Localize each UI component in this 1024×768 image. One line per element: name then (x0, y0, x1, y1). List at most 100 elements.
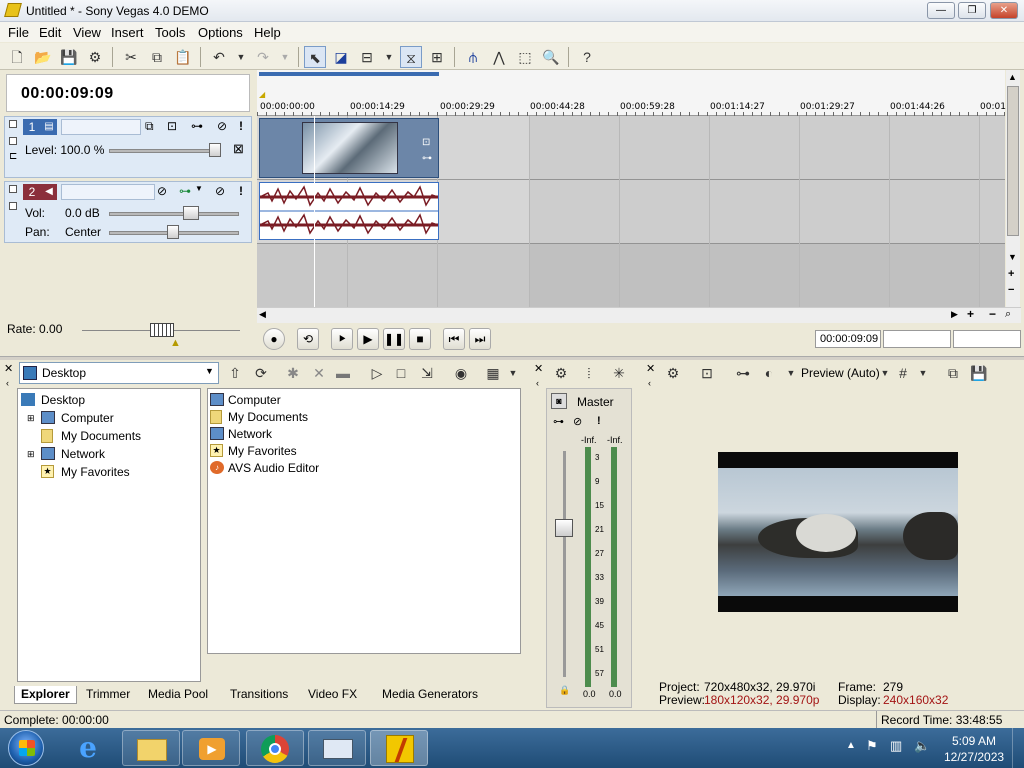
overlays-icon[interactable]: # (892, 362, 914, 384)
vegas-taskbar-button[interactable] (370, 730, 428, 766)
mute-icon[interactable]: ⊘ (217, 119, 227, 133)
keyboard-app-taskbar-button[interactable] (308, 730, 366, 766)
pan-slider-thumb[interactable] (167, 225, 179, 239)
record-button[interactable]: ● (263, 328, 285, 350)
minimize-track-icon[interactable] (9, 185, 17, 193)
undo-dropdown-icon[interactable]: ▼ (230, 46, 252, 68)
explorer-path-dropdown[interactable]: Desktop ▼ (19, 362, 219, 384)
video-track-header[interactable]: 1 ▤ ⧉ ⊡ ⊶ ⊘ ! Level: 100.0 % ⊠ ⊏ (4, 116, 252, 178)
open-icon[interactable]: 📂 (32, 46, 54, 68)
timeline-vertical-scrollbar[interactable]: ▲ ▼ + − (1006, 70, 1020, 308)
selection-length-field[interactable] (953, 330, 1021, 348)
maximize-button[interactable]: ❐ (958, 2, 986, 19)
file-explorer-taskbar-button[interactable] (122, 730, 180, 766)
go-to-start-button[interactable]: ⏮ (443, 328, 465, 350)
add-to-favorites-icon[interactable]: ✱ (282, 362, 304, 384)
track-name-field[interactable] (61, 184, 155, 200)
track-fx-icon[interactable]: ⊶ (191, 119, 203, 133)
file-item-my-favorites[interactable]: My Favorites (228, 444, 297, 458)
views-icon[interactable]: ▦ (482, 362, 504, 384)
track-name-field[interactable] (61, 119, 141, 135)
volume-icon[interactable]: 🔈 (914, 738, 930, 754)
snapping-dropdown-icon[interactable]: ▼ (378, 46, 400, 68)
delete-icon[interactable]: ✕ (308, 362, 330, 384)
loop-region-bar[interactable] (259, 72, 439, 76)
dim-output-icon[interactable]: ✳ (608, 362, 630, 384)
up-folder-icon[interactable]: ⇧ (224, 362, 246, 384)
redo-dropdown-icon[interactable]: ▼ (274, 46, 296, 68)
zoom-tool-icon[interactable]: ⌕ (1005, 308, 1011, 321)
clock-time[interactable]: 5:09 AM (944, 734, 1004, 748)
solo-icon[interactable]: ! (239, 119, 243, 133)
menu-tools[interactable]: Tools (155, 25, 185, 40)
expand-icon[interactable]: ⊞ (27, 449, 35, 460)
whats-this-help-icon[interactable]: ? (576, 46, 598, 68)
media-player-taskbar-button[interactable]: ▶ (182, 730, 240, 766)
event-fx-icon[interactable]: ⊶ (422, 153, 432, 164)
zoom-in-time-icon[interactable]: + (967, 307, 974, 321)
expand-icon[interactable]: ⊞ (27, 413, 35, 424)
explorer-pin-icon[interactable]: ‹ (6, 378, 9, 388)
file-list[interactable]: Computer My Documents Network ★ My Favor… (207, 388, 521, 654)
scroll-left-icon[interactable]: ◀ (259, 309, 266, 320)
cursor-time-field[interactable]: 00:00:09:09 (815, 330, 881, 348)
properties-icon[interactable]: ⚙ (84, 46, 106, 68)
snapping-icon[interactable]: ⊟ (356, 46, 378, 68)
time-ruler[interactable]: ◢ 00:00:00:00 00:00:14:29 00:00:29:29 00… (257, 70, 1006, 116)
crossfade-icon[interactable]: ⋀ (488, 46, 510, 68)
folder-tree[interactable]: Desktop ⊞ Computer My Documents ⊞ Networ… (17, 388, 201, 682)
mixer-pin-icon[interactable]: ‹ (536, 378, 539, 388)
tab-video-fx[interactable]: Video FX (302, 686, 363, 704)
selection-end-field[interactable] (883, 330, 951, 348)
rate-slider-thumb[interactable] (150, 323, 174, 337)
track-fx-dropdown-icon[interactable]: ▼ (195, 184, 203, 193)
auto-ripple-icon[interactable]: ⧖ (400, 46, 422, 68)
downmix-icon[interactable]: ⦙ (578, 362, 600, 384)
menu-help[interactable]: Help (254, 25, 281, 40)
minimize-button[interactable]: — (927, 2, 955, 19)
clock-date[interactable]: 12/27/2023 (944, 750, 1004, 764)
copy-snapshot-icon[interactable]: ⧉ (942, 362, 964, 384)
timeline-horizontal-scrollbar[interactable]: ◀ ▶ + − ⌕ (257, 307, 1021, 323)
show-hidden-icons[interactable]: ▲ (846, 740, 856, 751)
event-pan-crop-icon[interactable]: ⊡ (422, 137, 430, 148)
zoom-out-time-icon[interactable]: − (989, 307, 996, 321)
composite-child-icon[interactable]: ⊠ (233, 141, 244, 157)
scroll-right-icon[interactable]: ▶ (951, 309, 958, 320)
file-item-network[interactable]: Network (228, 427, 272, 441)
paste-icon[interactable]: 📋 (172, 46, 194, 68)
zoom-in-vertical-icon[interactable]: + (1008, 268, 1014, 280)
solo-icon[interactable]: ! (239, 184, 243, 198)
network-status-icon[interactable]: ▥ (890, 738, 902, 754)
audio-track-header[interactable]: 2 ◀ ⊘ ⊶ ▼ ⊘ ! Vol: 0.0 dB Pan: Center (4, 181, 252, 243)
tree-item-my-documents[interactable]: My Documents (61, 429, 141, 443)
track-fx-icon[interactable]: ⊶ (179, 184, 191, 198)
loop-playback-button[interactable]: ⟲ (297, 328, 319, 350)
make-compositing-child-icon[interactable]: ⊏ (9, 151, 17, 162)
tab-transitions[interactable]: Transitions (224, 686, 294, 704)
track-motion-icon[interactable]: ⊡ (167, 119, 177, 133)
views-dropdown-icon[interactable]: ▼ (502, 362, 524, 384)
invert-phase-icon[interactable]: ⊘ (157, 184, 167, 198)
master-solo-icon[interactable]: ! (597, 415, 601, 427)
play-from-start-button[interactable]: ⯈ (331, 328, 353, 350)
scroll-up-icon[interactable]: ▲ (1008, 72, 1017, 82)
auto-preview-icon[interactable]: ⇲ (416, 362, 438, 384)
tab-media-pool[interactable]: Media Pool (142, 686, 214, 704)
mute-icon[interactable]: ⊘ (215, 184, 225, 198)
menu-insert[interactable]: Insert (111, 25, 144, 40)
scroll-thumb[interactable] (1007, 86, 1019, 236)
volume-slider-track[interactable] (109, 212, 239, 216)
file-item-my-documents[interactable]: My Documents (228, 410, 308, 424)
file-item-avs-audio-editor[interactable]: AVS Audio Editor (228, 461, 319, 475)
create-folder-icon[interactable]: ▬ (332, 362, 354, 384)
menu-view[interactable]: View (73, 25, 101, 40)
pause-button[interactable]: ❚❚ (383, 328, 405, 350)
start-button[interactable] (8, 730, 44, 766)
internet-explorer-icon[interactable]: e (62, 732, 114, 764)
mixer-properties-icon[interactable]: ⚙ (550, 362, 572, 384)
split-screen-icon[interactable]: ◐ (758, 362, 780, 384)
tree-item-desktop[interactable]: Desktop (41, 393, 85, 407)
level-slider-thumb[interactable] (209, 143, 221, 157)
video-event[interactable]: ⊡ ⊶ (259, 118, 439, 178)
